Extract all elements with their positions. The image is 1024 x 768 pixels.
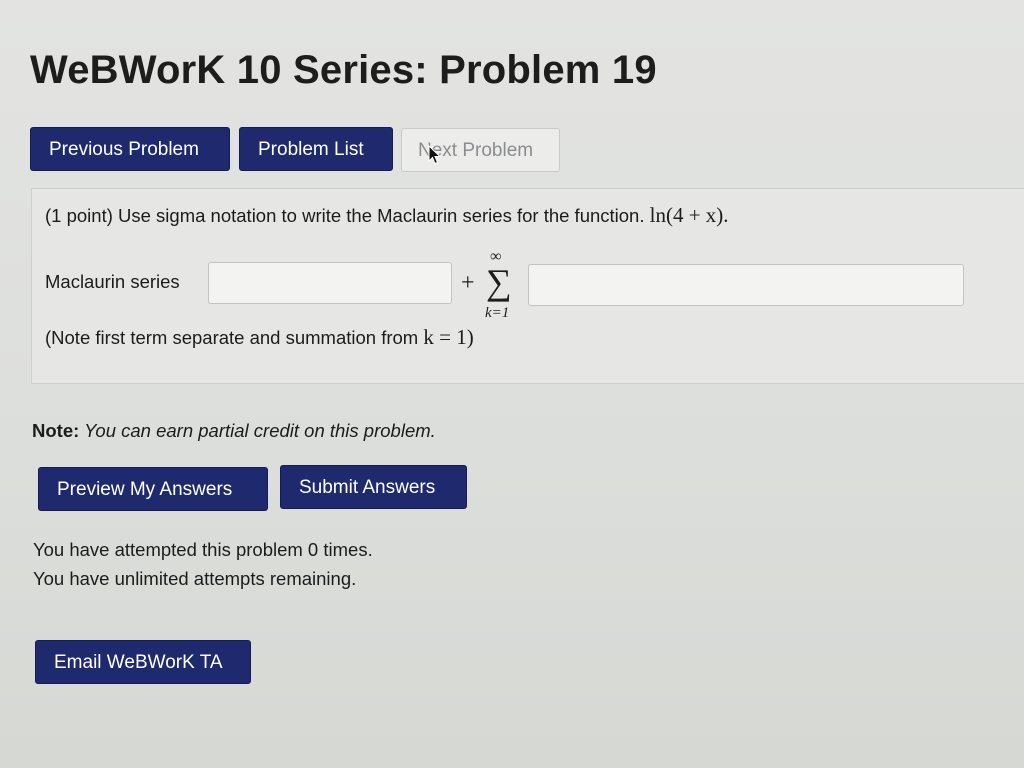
- next-problem-button[interactable]: Next Problem: [401, 128, 560, 172]
- attempts-remaining: You have unlimited attempts remaining.: [33, 568, 357, 589]
- mouse-pointer-icon: [428, 145, 442, 165]
- first-term-input[interactable]: [208, 262, 452, 304]
- problem-instructions: Use sigma notation to write the Maclauri…: [112, 205, 650, 226]
- problem-function: ln(4 + x).: [649, 203, 729, 227]
- preview-answers-button[interactable]: Preview My Answers: [38, 467, 268, 511]
- problem-list-button[interactable]: Problem List: [239, 127, 393, 171]
- submit-answers-button[interactable]: Submit Answers: [280, 465, 467, 509]
- summation-term-input[interactable]: [528, 264, 964, 306]
- email-ta-button[interactable]: Email WeBWorK TA: [35, 640, 251, 684]
- problem-statement: (1 point) Use sigma notation to write th…: [45, 203, 729, 228]
- page-title: WeBWorK 10 Series: Problem 19: [30, 48, 657, 92]
- plus-sign: +: [461, 270, 475, 296]
- previous-problem-button[interactable]: Previous Problem: [30, 127, 230, 171]
- attempts-info: You have attempted this problem 0 times.…: [33, 535, 373, 593]
- problem-points: (1 point): [45, 205, 113, 226]
- note-label: Note:: [32, 420, 80, 441]
- sigma-symbol: ∑: [486, 262, 512, 302]
- summation-hint: (Note first term separate and summation …: [45, 325, 474, 350]
- hint-math: k = 1): [423, 325, 474, 349]
- attempts-count: You have attempted this problem 0 times.: [33, 539, 373, 560]
- answer-label: Maclaurin series: [45, 271, 180, 292]
- partial-credit-note: Note: You can earn partial credit on thi…: [32, 420, 436, 442]
- webwork-page: WeBWorK 10 Series: Problem 19 Previous P…: [0, 0, 1024, 768]
- note-text: You can earn partial credit on this prob…: [79, 420, 436, 441]
- sum-lower-limit: k=1: [485, 305, 510, 321]
- hint-text: (Note first term separate and summation …: [45, 327, 424, 348]
